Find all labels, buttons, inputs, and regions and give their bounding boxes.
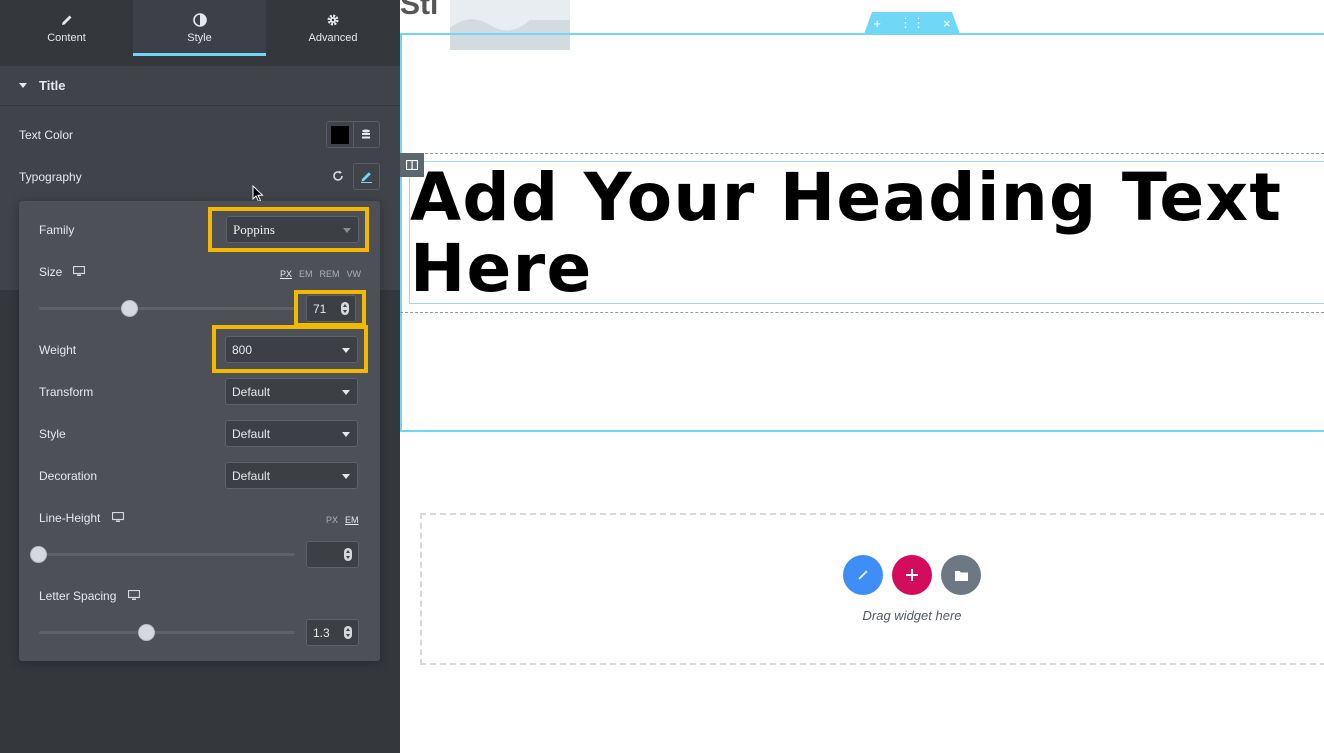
half-circle-icon: [192, 12, 207, 27]
drag-section-icon[interactable]: ⋮⋮: [899, 15, 925, 31]
tab-content-label: Content: [47, 31, 86, 44]
chevron-down-icon: [342, 474, 350, 479]
section-title-label: Title: [39, 78, 66, 93]
desktop-icon[interactable]: [73, 266, 85, 277]
letter-spacing-slider-track[interactable]: [39, 631, 295, 634]
line-height-units: PX EM: [326, 515, 359, 525]
add-section-button[interactable]: [892, 555, 932, 595]
weight-value: 800: [232, 342, 253, 357]
color-picker-button[interactable]: [327, 122, 354, 147]
desktop-icon[interactable]: [112, 512, 124, 523]
text-color-label: Text Color: [19, 128, 74, 142]
pencil-icon: [61, 15, 71, 25]
size-label: Size: [39, 265, 63, 279]
letter-spacing-label: Letter Spacing: [39, 589, 117, 603]
heading-text[interactable]: Add Your Heading Text Here: [410, 162, 1324, 304]
unit-rem[interactable]: REM: [320, 269, 340, 279]
add-template-button[interactable]: [941, 555, 981, 595]
decoration-select[interactable]: Default: [225, 462, 358, 489]
stepper-icon[interactable]: [344, 548, 352, 561]
section-title-toggle[interactable]: Title: [0, 66, 400, 106]
tab-style[interactable]: Style: [133, 0, 266, 56]
panel-tabs: Content Style Advanced: [0, 0, 400, 56]
text-color-control: [326, 121, 380, 148]
gear-icon: [327, 14, 339, 25]
line-height-slider-track[interactable]: [39, 553, 295, 556]
letter-spacing-input[interactable]: 1.3: [306, 619, 359, 646]
chevron-down-icon: [342, 390, 350, 395]
size-slider-thumb[interactable]: [121, 300, 138, 317]
size-units: PX EM REM VW: [280, 269, 361, 279]
pencil-icon: [361, 172, 372, 183]
typography-popover: Family Poppins Size PX EM REM VW 71 Weig…: [19, 201, 380, 661]
stepper-icon[interactable]: [341, 302, 349, 315]
tab-advanced[interactable]: Advanced: [266, 0, 400, 56]
plus-icon: [906, 569, 918, 581]
transform-select[interactable]: Default: [225, 378, 358, 405]
weight-label: Weight: [39, 343, 77, 357]
caret-down-icon: [19, 83, 27, 88]
font-family-select[interactable]: Poppins: [226, 216, 359, 243]
letter-spacing-slider-thumb[interactable]: [138, 624, 155, 641]
editor-canvas: Sti + ⋮⋮ × Add Your Heading Text Here Dr…: [400, 0, 1324, 753]
size-slider-track[interactable]: [39, 307, 295, 310]
global-colors-button[interactable]: [353, 122, 379, 147]
chevron-down-icon: [342, 432, 350, 437]
ai-magic-button[interactable]: [843, 555, 883, 595]
unit-vw[interactable]: VW: [347, 269, 362, 279]
line-height-input[interactable]: [306, 541, 359, 568]
unit-em[interactable]: EM: [345, 515, 359, 525]
tab-advanced-label: Advanced: [308, 31, 358, 44]
desktop-icon[interactable]: [128, 590, 140, 601]
section-handle[interactable]: + ⋮⋮ ×: [864, 12, 960, 34]
line-height-slider-thumb[interactable]: [30, 546, 47, 563]
line-height-label: Line-Height: [39, 511, 101, 525]
editor-sidebar: Content Style Advanced Title Text Color: [0, 0, 400, 753]
style-select[interactable]: Default: [225, 420, 358, 447]
letter-spacing-value: 1.3: [313, 625, 330, 640]
unit-px[interactable]: PX: [326, 515, 338, 525]
stepper-icon[interactable]: [344, 626, 352, 639]
delete-section-icon[interactable]: ×: [943, 16, 951, 31]
unit-em[interactable]: EM: [299, 269, 313, 279]
size-value: 71: [313, 301, 327, 316]
size-input[interactable]: 71: [306, 295, 356, 322]
tab-style-label: Style: [187, 31, 212, 44]
style-value: Default: [232, 426, 271, 441]
typography-edit-button[interactable]: [353, 163, 380, 190]
weight-select[interactable]: 800: [225, 336, 358, 363]
tab-content[interactable]: Content: [0, 0, 133, 56]
drag-widget-text: Drag widget here: [862, 608, 962, 623]
chevron-down-icon: [343, 228, 351, 233]
color-swatch: [330, 125, 349, 144]
chevron-down-icon: [342, 348, 350, 353]
decoration-label: Decoration: [39, 469, 98, 483]
typography-label: Typography: [19, 170, 82, 184]
transform-label: Transform: [39, 385, 94, 399]
decoration-value: Default: [232, 468, 271, 483]
family-label: Family: [39, 223, 75, 237]
unit-px[interactable]: PX: [280, 269, 292, 279]
reset-icon[interactable]: [331, 169, 345, 183]
add-section-icon[interactable]: +: [873, 16, 881, 31]
magic-wand-icon: [858, 570, 868, 580]
transform-value: Default: [232, 384, 271, 399]
font-family-value: Poppins: [233, 221, 275, 237]
partial-text: Sti: [400, 0, 439, 21]
database-icon: [362, 129, 371, 139]
style-label: Style: [39, 427, 66, 441]
folder-icon: [954, 570, 968, 581]
